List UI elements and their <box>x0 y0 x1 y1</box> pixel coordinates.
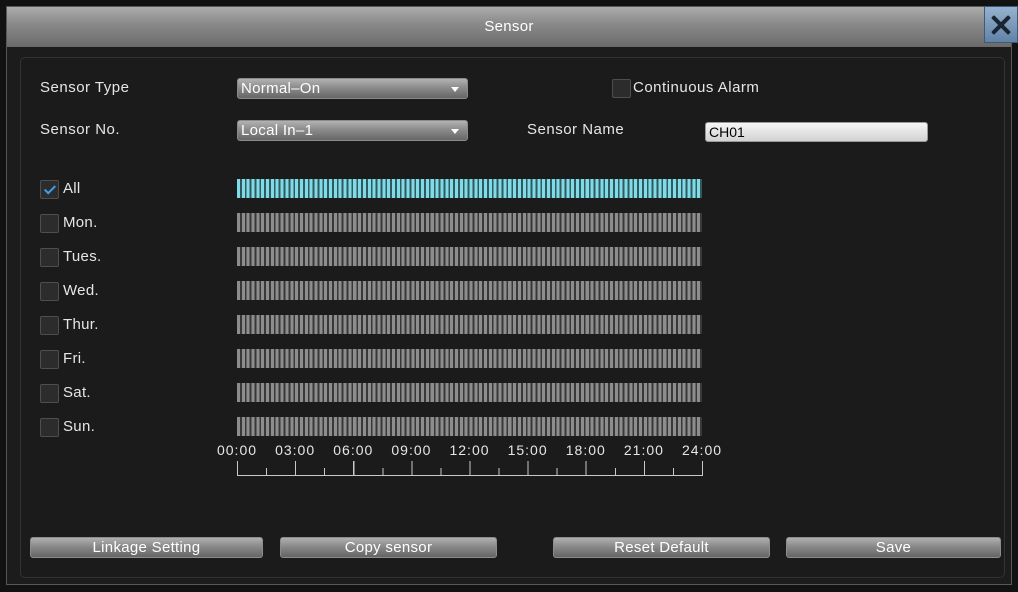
day-label-wed: Wed. <box>63 282 99 299</box>
close-icon <box>989 13 1013 37</box>
schedule-bar-thur[interactable] <box>237 315 702 334</box>
sensor-type-dropdown[interactable]: Normal–On <box>237 78 468 99</box>
sensor-name-label: Sensor Name <box>527 121 625 138</box>
time-axis-label: 06:00 <box>333 442 374 458</box>
sensor-type-value: Normal–On <box>241 80 321 97</box>
schedule-bar-sat[interactable] <box>237 383 702 402</box>
day-label-all: All <box>63 180 81 197</box>
time-axis-label: 03:00 <box>275 442 316 458</box>
schedule-row-thur: Thur. <box>0 315 1018 335</box>
schedule-row-sun: Sun. <box>0 417 1018 437</box>
time-axis-label: 24:00 <box>681 442 723 458</box>
day-label-tues: Tues. <box>63 248 102 265</box>
check-icon <box>43 182 57 195</box>
day-label-fri: Fri. <box>63 350 86 367</box>
day-checkbox-all[interactable] <box>40 180 59 199</box>
schedule-bar-wed[interactable] <box>237 281 702 300</box>
caret-down-icon <box>451 129 459 134</box>
linkage-setting-button[interactable]: Linkage Setting <box>30 537 263 558</box>
day-label-sat: Sat. <box>63 384 91 401</box>
schedule-row-fri: Fri. <box>0 349 1018 369</box>
schedule-bar-fri[interactable] <box>237 349 702 368</box>
title-bar: Sensor <box>7 7 1011 47</box>
day-label-sun: Sun. <box>63 418 96 435</box>
schedule-row-mon: Mon. <box>0 213 1018 233</box>
schedule-bar-all[interactable] <box>237 179 702 198</box>
sensor-type-label: Sensor Type <box>40 79 130 96</box>
time-axis-label: 15:00 <box>507 442 548 458</box>
close-button[interactable] <box>984 6 1018 43</box>
sensor-no-label: Sensor No. <box>40 121 121 138</box>
schedule-row-tues: Tues. <box>0 247 1018 267</box>
day-checkbox-tues[interactable] <box>40 248 59 267</box>
sensor-no-dropdown[interactable]: Local In–1 <box>237 120 468 141</box>
day-checkbox-mon[interactable] <box>40 214 59 233</box>
time-axis-label: 18:00 <box>565 442 606 458</box>
continuous-alarm-label: Continuous Alarm <box>633 79 760 96</box>
time-axis-label: 21:00 <box>623 442 664 458</box>
time-axis-label: 12:00 <box>449 442 490 458</box>
day-checkbox-fri[interactable] <box>40 350 59 369</box>
continuous-alarm-checkbox[interactable] <box>612 79 631 98</box>
day-label-mon: Mon. <box>63 214 98 231</box>
day-checkbox-sat[interactable] <box>40 384 59 403</box>
copy-sensor-button[interactable]: Copy sensor <box>280 537 497 558</box>
sensor-name-input[interactable] <box>705 122 928 142</box>
schedule-bar-sun[interactable] <box>237 417 702 436</box>
schedule-row-all: All <box>0 179 1018 199</box>
day-checkbox-wed[interactable] <box>40 282 59 301</box>
day-checkbox-thur[interactable] <box>40 316 59 335</box>
reset-default-button[interactable]: Reset Default <box>553 537 770 558</box>
day-checkbox-sun[interactable] <box>40 418 59 437</box>
schedule-row-wed: Wed. <box>0 281 1018 301</box>
time-ruler <box>237 461 703 476</box>
save-button[interactable]: Save <box>786 537 1001 558</box>
schedule-row-sat: Sat. <box>0 383 1018 403</box>
schedule-bar-mon[interactable] <box>237 213 702 232</box>
time-axis-label: 09:00 <box>391 442 432 458</box>
sensor-no-value: Local In–1 <box>241 122 314 139</box>
dialog-title: Sensor <box>484 18 534 35</box>
schedule-bar-tues[interactable] <box>237 247 702 266</box>
caret-down-icon <box>451 87 459 92</box>
day-label-thur: Thur. <box>63 316 99 333</box>
time-axis-label: 00:00 <box>216 442 258 458</box>
